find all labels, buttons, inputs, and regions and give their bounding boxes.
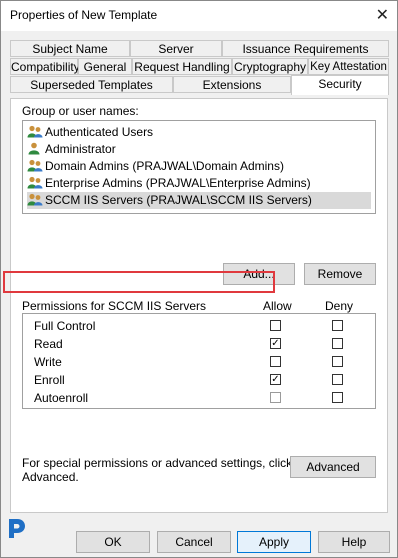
permissions-label: Permissions for SCCM IIS Servers bbox=[22, 299, 207, 313]
permission-row: Full Control bbox=[23, 317, 375, 336]
cancel-button[interactable]: Cancel bbox=[157, 531, 231, 553]
tab-superseded-templates[interactable]: Superseded Templates bbox=[10, 76, 173, 93]
user-group-icon bbox=[27, 193, 43, 206]
list-item-label: Authenticated Users bbox=[45, 125, 154, 139]
enroll-highlight-box bbox=[3, 271, 275, 293]
logo-icon bbox=[9, 519, 25, 538]
permission-name: Read bbox=[34, 337, 63, 351]
permissions-list: Full Control Read ✓ Write Enroll ✓ Autoe… bbox=[22, 313, 376, 409]
tab-extensions[interactable]: Extensions bbox=[173, 76, 291, 93]
special-permissions-text-2: Advanced. bbox=[22, 470, 79, 484]
permission-name: Enroll bbox=[34, 373, 65, 387]
permission-name: Full Control bbox=[34, 319, 96, 333]
special-permissions-text: For special permissions or advanced sett… bbox=[22, 456, 293, 470]
deny-checkbox[interactable] bbox=[332, 392, 343, 403]
permission-row: Enroll ✓ bbox=[23, 371, 375, 390]
permission-name: Write bbox=[34, 355, 62, 369]
security-panel: Group or user names: Authenticated Users… bbox=[10, 98, 388, 513]
tab-subject-name[interactable]: Subject Name bbox=[10, 40, 130, 57]
tab-request-handling[interactable]: Request Handling bbox=[132, 58, 232, 75]
allow-column-header: Allow bbox=[263, 299, 292, 313]
group-label: Group or user names: bbox=[22, 104, 139, 118]
permission-row: Write bbox=[23, 353, 375, 372]
list-item-label: SCCM IIS Servers (PRAJWAL\SCCM IIS Serve… bbox=[45, 193, 312, 207]
tab-server[interactable]: Server bbox=[130, 40, 222, 57]
close-icon[interactable]: ✕ bbox=[376, 5, 389, 25]
list-item-label: Domain Admins (PRAJWAL\Domain Admins) bbox=[45, 159, 284, 173]
tab-general[interactable]: General bbox=[78, 58, 132, 75]
apply-button[interactable]: Apply bbox=[237, 531, 311, 553]
tab-cryptography[interactable]: Cryptography bbox=[232, 58, 308, 75]
title-bar: Properties of New Template ✕ bbox=[1, 1, 397, 31]
allow-checkbox[interactable] bbox=[270, 320, 281, 331]
deny-checkbox[interactable] bbox=[332, 320, 343, 331]
user-group-icon bbox=[27, 159, 43, 172]
user-listbox[interactable]: Authenticated Users Administrator Domain… bbox=[22, 120, 376, 214]
permission-name: Autoenroll bbox=[34, 391, 89, 405]
permission-row: Autoenroll bbox=[23, 389, 375, 408]
list-item-label: Administrator bbox=[45, 142, 116, 156]
list-item-selected[interactable]: SCCM IIS Servers (PRAJWAL\SCCM IIS Serve… bbox=[27, 192, 371, 209]
tab-security[interactable]: Security bbox=[291, 75, 389, 95]
deny-checkbox[interactable] bbox=[332, 356, 343, 367]
list-item-label: Enterprise Admins (PRAJWAL\Enterprise Ad… bbox=[45, 176, 311, 190]
properties-dialog: Properties of New Template ✕ Subject Nam… bbox=[0, 0, 398, 558]
deny-column-header: Deny bbox=[325, 299, 354, 313]
user-icon bbox=[28, 142, 40, 155]
tab-key-attestation[interactable]: Key Attestation bbox=[308, 58, 389, 75]
allow-checkbox[interactable] bbox=[270, 392, 281, 403]
user-group-icon bbox=[27, 125, 43, 138]
list-item[interactable]: Enterprise Admins (PRAJWAL\Enterprise Ad… bbox=[27, 175, 311, 192]
tab-compatibility[interactable]: Compatibility bbox=[10, 58, 80, 75]
remove-button[interactable]: Remove bbox=[304, 263, 376, 285]
deny-checkbox[interactable] bbox=[332, 374, 343, 385]
help-button[interactable]: Help bbox=[318, 531, 390, 553]
tab-issuance-requirements[interactable]: Issuance Requirements bbox=[222, 40, 389, 57]
allow-checkbox[interactable] bbox=[270, 356, 281, 367]
ok-button[interactable]: OK bbox=[76, 531, 150, 553]
allow-checkbox-checked[interactable]: ✓ bbox=[270, 374, 281, 385]
list-item[interactable]: Authenticated Users bbox=[27, 124, 153, 141]
permission-row: Read ✓ bbox=[23, 335, 375, 354]
advanced-button[interactable]: Advanced bbox=[290, 456, 376, 478]
user-group-icon bbox=[27, 176, 43, 189]
list-item[interactable]: Domain Admins (PRAJWAL\Domain Admins) bbox=[27, 158, 284, 175]
list-item[interactable]: Administrator bbox=[27, 141, 116, 158]
allow-checkbox-checked[interactable]: ✓ bbox=[270, 338, 281, 349]
deny-checkbox[interactable] bbox=[332, 338, 343, 349]
window-title: Properties of New Template bbox=[10, 8, 158, 22]
